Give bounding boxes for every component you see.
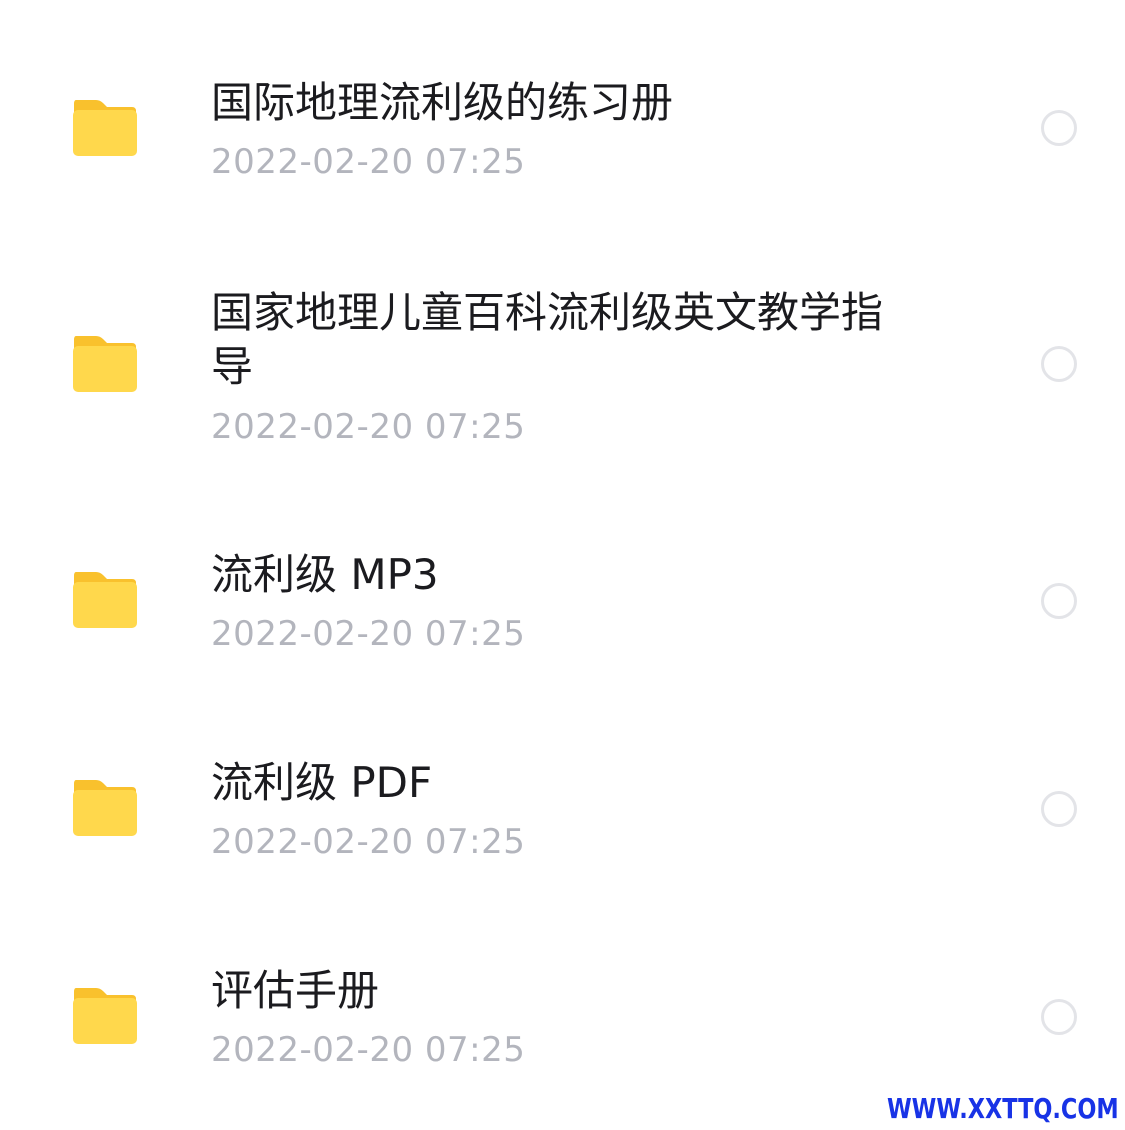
file-date: 2022-02-20 07:25 — [211, 407, 526, 447]
select-radio[interactable] — [1041, 346, 1077, 382]
file-name: 流利级 PDF — [211, 758, 433, 807]
folder-icon — [73, 780, 137, 836]
file-row[interactable]: 流利级 MP3 2022-02-20 07:25 — [0, 494, 1125, 702]
file-name: 国家地理儿童百科流利级英文教学指导 — [211, 288, 884, 391]
folder-icon — [73, 100, 137, 156]
select-radio[interactable] — [1041, 583, 1077, 619]
folder-icon — [73, 572, 137, 628]
file-name: 流利级 MP3 — [211, 550, 439, 599]
select-radio[interactable] — [1041, 110, 1077, 146]
file-row[interactable]: 国际地理流利级的练习册 2022-02-20 07:25 — [0, 0, 1125, 236]
file-date: 2022-02-20 07:25 — [211, 822, 526, 862]
file-name: 评估手册 — [211, 966, 380, 1015]
file-row[interactable]: 流利级 PDF 2022-02-20 07:25 — [0, 702, 1125, 910]
file-list: 国际地理流利级的练习册 2022-02-20 07:25 国家地理儿童百科流利级… — [0, 0, 1125, 1130]
folder-icon — [73, 336, 137, 392]
select-radio[interactable] — [1041, 999, 1077, 1035]
watermark: WWW.XXTTQ.COM — [887, 1092, 1119, 1125]
file-row[interactable]: 国家地理儿童百科流利级英文教学指导 2022-02-20 07:25 — [0, 236, 1125, 494]
file-row[interactable]: 评估手册 2022-02-20 07:25 — [0, 910, 1125, 1118]
file-date: 2022-02-20 07:25 — [211, 1030, 526, 1070]
file-date: 2022-02-20 07:25 — [211, 614, 526, 654]
folder-icon — [73, 988, 137, 1044]
select-radio[interactable] — [1041, 791, 1077, 827]
file-date: 2022-02-20 07:25 — [211, 142, 526, 182]
file-name: 国际地理流利级的练习册 — [211, 78, 674, 127]
